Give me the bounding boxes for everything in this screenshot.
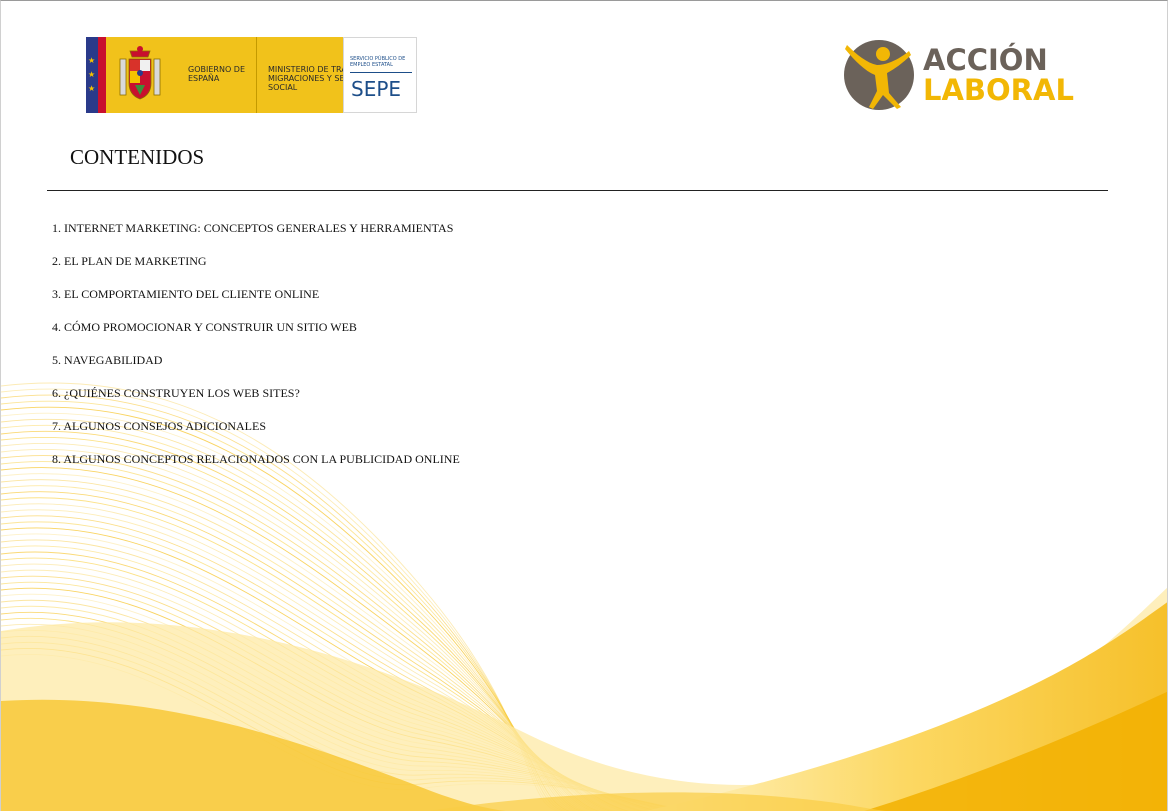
toc-item[interactable]: 7. ALGUNOS CONSEJOS ADICIONALES [52, 418, 460, 435]
toc-item[interactable]: 4. CÓMO PROMOCIONAR Y CONSTRUIR UN SITIO… [52, 319, 460, 336]
table-of-contents: 1. INTERNET MARKETING: CONCEPTOS GENERAL… [52, 220, 460, 484]
accion-laboral-logo: ACCIÓN LABORAL [843, 37, 1083, 113]
flag-red-strip [98, 37, 106, 113]
eu-flag-strip: ★ ★ ★ [86, 37, 98, 113]
toc-item[interactable]: 6. ¿QUIÉNES CONSTRUYEN LOS WEB SITES? [52, 385, 460, 402]
page-title: CONTENIDOS [70, 145, 205, 169]
toc-item[interactable]: 5. NAVEGABILIDAD [52, 352, 460, 369]
government-sepe-logo: ★ ★ ★ GOBIERNO DE ESPAÑA MINISTERIO DE T… [86, 37, 477, 113]
gobierno-label: GOBIERNO DE ESPAÑA [188, 65, 245, 83]
document-page: ★ ★ ★ GOBIERNO DE ESPAÑA MINISTERIO DE T… [0, 0, 1168, 811]
star-icon: ★ [88, 84, 96, 93]
title-underline [47, 190, 1108, 191]
sepe-acronym: SEPE [351, 77, 402, 101]
gobierno-panel: GOBIERNO DE ESPAÑA MINISTERIO DE TRABAJO… [106, 37, 382, 113]
toc-item[interactable]: 1. INTERNET MARKETING: CONCEPTOS GENERAL… [52, 220, 460, 237]
sepe-panel: SERVICIO PÚBLICO DE EMPLEO ESTATAL SEPE [343, 37, 417, 113]
person-jumping-icon [844, 40, 914, 110]
toc-item[interactable]: 2. EL PLAN DE MARKETING [52, 253, 460, 270]
laboral-word: LABORAL [923, 73, 1074, 107]
accion-word: ACCIÓN [923, 43, 1048, 77]
coat-of-arms-icon [119, 46, 161, 100]
toc-item[interactable]: 3. EL COMPORTAMIENTO DEL CLIENTE ONLINE [52, 286, 460, 303]
divider [256, 37, 257, 113]
star-icon: ★ [88, 70, 96, 79]
toc-item[interactable]: 8. ALGUNOS CONCEPTOS RELACIONADOS CON LA… [52, 451, 460, 468]
divider [350, 72, 412, 73]
star-icon: ★ [88, 56, 96, 65]
sepe-subtitle: SERVICIO PÚBLICO DE EMPLEO ESTATAL [350, 56, 406, 68]
